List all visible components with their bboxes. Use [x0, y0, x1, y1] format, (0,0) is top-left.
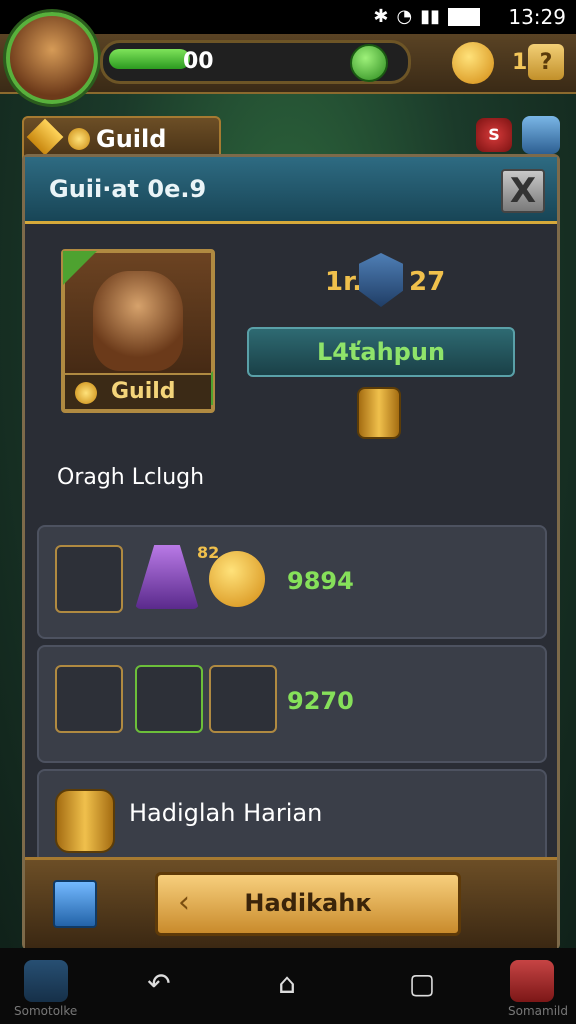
panel-title: Guii·at 0e.9	[49, 175, 207, 203]
panel-footer: ‹ Hadikahк	[25, 857, 557, 950]
main-action-button[interactable]: ‹ Hadikahк	[155, 872, 461, 936]
home-icon[interactable]: ⌂	[270, 966, 304, 1000]
hero-label-bar: Guild	[65, 373, 211, 409]
corner-badge-icon	[63, 251, 97, 285]
xp-text: 00	[183, 49, 214, 74]
reward-row[interactable]: 9270	[37, 645, 547, 763]
shield-icon	[359, 253, 403, 307]
gold-coin-icon	[452, 42, 494, 84]
helmet-icon[interactable]	[135, 665, 203, 733]
gold-amulet-icon[interactable]	[209, 551, 265, 607]
status-time: 13:29	[508, 5, 566, 29]
wifi-icon: ◔	[396, 6, 413, 27]
barrel-icon[interactable]	[357, 387, 401, 439]
close-button[interactable]: X	[501, 169, 545, 213]
coin-icon	[75, 382, 97, 404]
hero-card[interactable]: Guild	[61, 249, 215, 413]
player-avatar[interactable]	[6, 12, 98, 104]
owl-helmet-icon[interactable]	[55, 545, 123, 613]
shop-button[interactable]: S	[476, 118, 512, 152]
champion-button[interactable]: L4ťahpun	[247, 327, 515, 377]
bluetooth-icon: ✱	[373, 6, 389, 27]
hero-portrait	[93, 271, 183, 371]
map-button[interactable]	[522, 116, 560, 154]
reward-row[interactable]: 82 9894	[37, 525, 547, 639]
panel-header: Guii·at 0e.9 X	[25, 157, 557, 224]
recents-icon[interactable]: ▢	[405, 966, 439, 1000]
battery-icon	[448, 7, 480, 26]
coin-count: 1	[512, 50, 528, 75]
help-button[interactable]: ?	[528, 44, 564, 80]
cloak-icon[interactable]	[135, 545, 199, 609]
back-icon[interactable]: ↶	[142, 966, 176, 1000]
champion-button-label: L4ťahpun	[316, 338, 446, 366]
rank-prefix: 1r.	[325, 267, 363, 297]
axe-icon[interactable]	[209, 665, 277, 733]
barrel-icon	[55, 789, 115, 853]
signal-icon: ▮▮	[420, 6, 440, 27]
coin-icon	[68, 128, 90, 150]
guild-tab-label: Guild	[96, 125, 167, 153]
app-label-left: Somotolke	[14, 1004, 78, 1018]
daily-row-label: Hadiglah Harian	[129, 799, 323, 827]
xp-bar-fill	[109, 49, 190, 69]
hero-card-label: Guild	[111, 379, 176, 404]
app-shortcut-right[interactable]	[510, 960, 554, 1002]
cube-icon[interactable]	[53, 880, 97, 928]
main-action-label: Hadikahк	[244, 889, 372, 917]
diamond-icon	[26, 118, 64, 156]
green-gem-icon[interactable]	[350, 44, 388, 82]
orb-icon[interactable]	[55, 665, 123, 733]
status-icons: ✱ ◔ ▮▮	[373, 6, 480, 27]
row-value: 9894	[287, 567, 354, 595]
row-value: 9270	[287, 687, 354, 715]
rank-number: 27	[409, 267, 446, 297]
app-shortcut-left[interactable]	[24, 960, 68, 1002]
app-label-right: Somamild	[508, 1004, 568, 1018]
guild-panel: Guii·at 0e.9 X Guild 1r. 27 L4ťahpun Ora…	[22, 154, 560, 950]
system-nav-bar: Somotolke ↶ ⌂ ▢ Somamild	[0, 948, 576, 1024]
player-name: Oragh Lclugh	[57, 465, 205, 490]
